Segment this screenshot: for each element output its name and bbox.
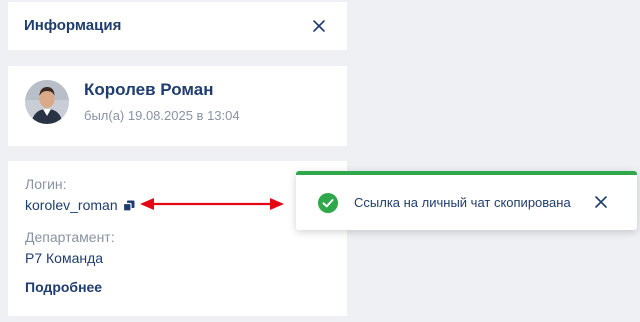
more-details-link[interactable]: Подробнее (25, 279, 102, 295)
annotation-double-arrow (140, 198, 284, 210)
login-value: korolev_roman (25, 197, 118, 213)
last-seen-status: был(а) 19.08.2025 в 13:04 (84, 108, 240, 123)
check-circle-icon (318, 193, 338, 213)
copy-success-toast: Ссылка на личный чат скопирована (296, 171, 637, 230)
panel-title: Информация (24, 17, 122, 34)
avatar[interactable] (25, 80, 69, 124)
profile-name: Королев Роман (84, 80, 214, 99)
department-value: Р7 Команда (25, 250, 104, 266)
toast-message: Ссылка на личный чат скопирована (354, 195, 571, 210)
close-icon[interactable] (594, 195, 608, 209)
profile-card: Королев Роман был(а) 19.08.2025 в 13:04 (8, 66, 347, 146)
department-label: Департамент: (25, 229, 115, 245)
close-icon[interactable] (309, 16, 329, 36)
info-panel-header: Информация (8, 2, 347, 50)
copy-icon[interactable] (122, 199, 135, 212)
login-label: Логин: (25, 176, 67, 192)
